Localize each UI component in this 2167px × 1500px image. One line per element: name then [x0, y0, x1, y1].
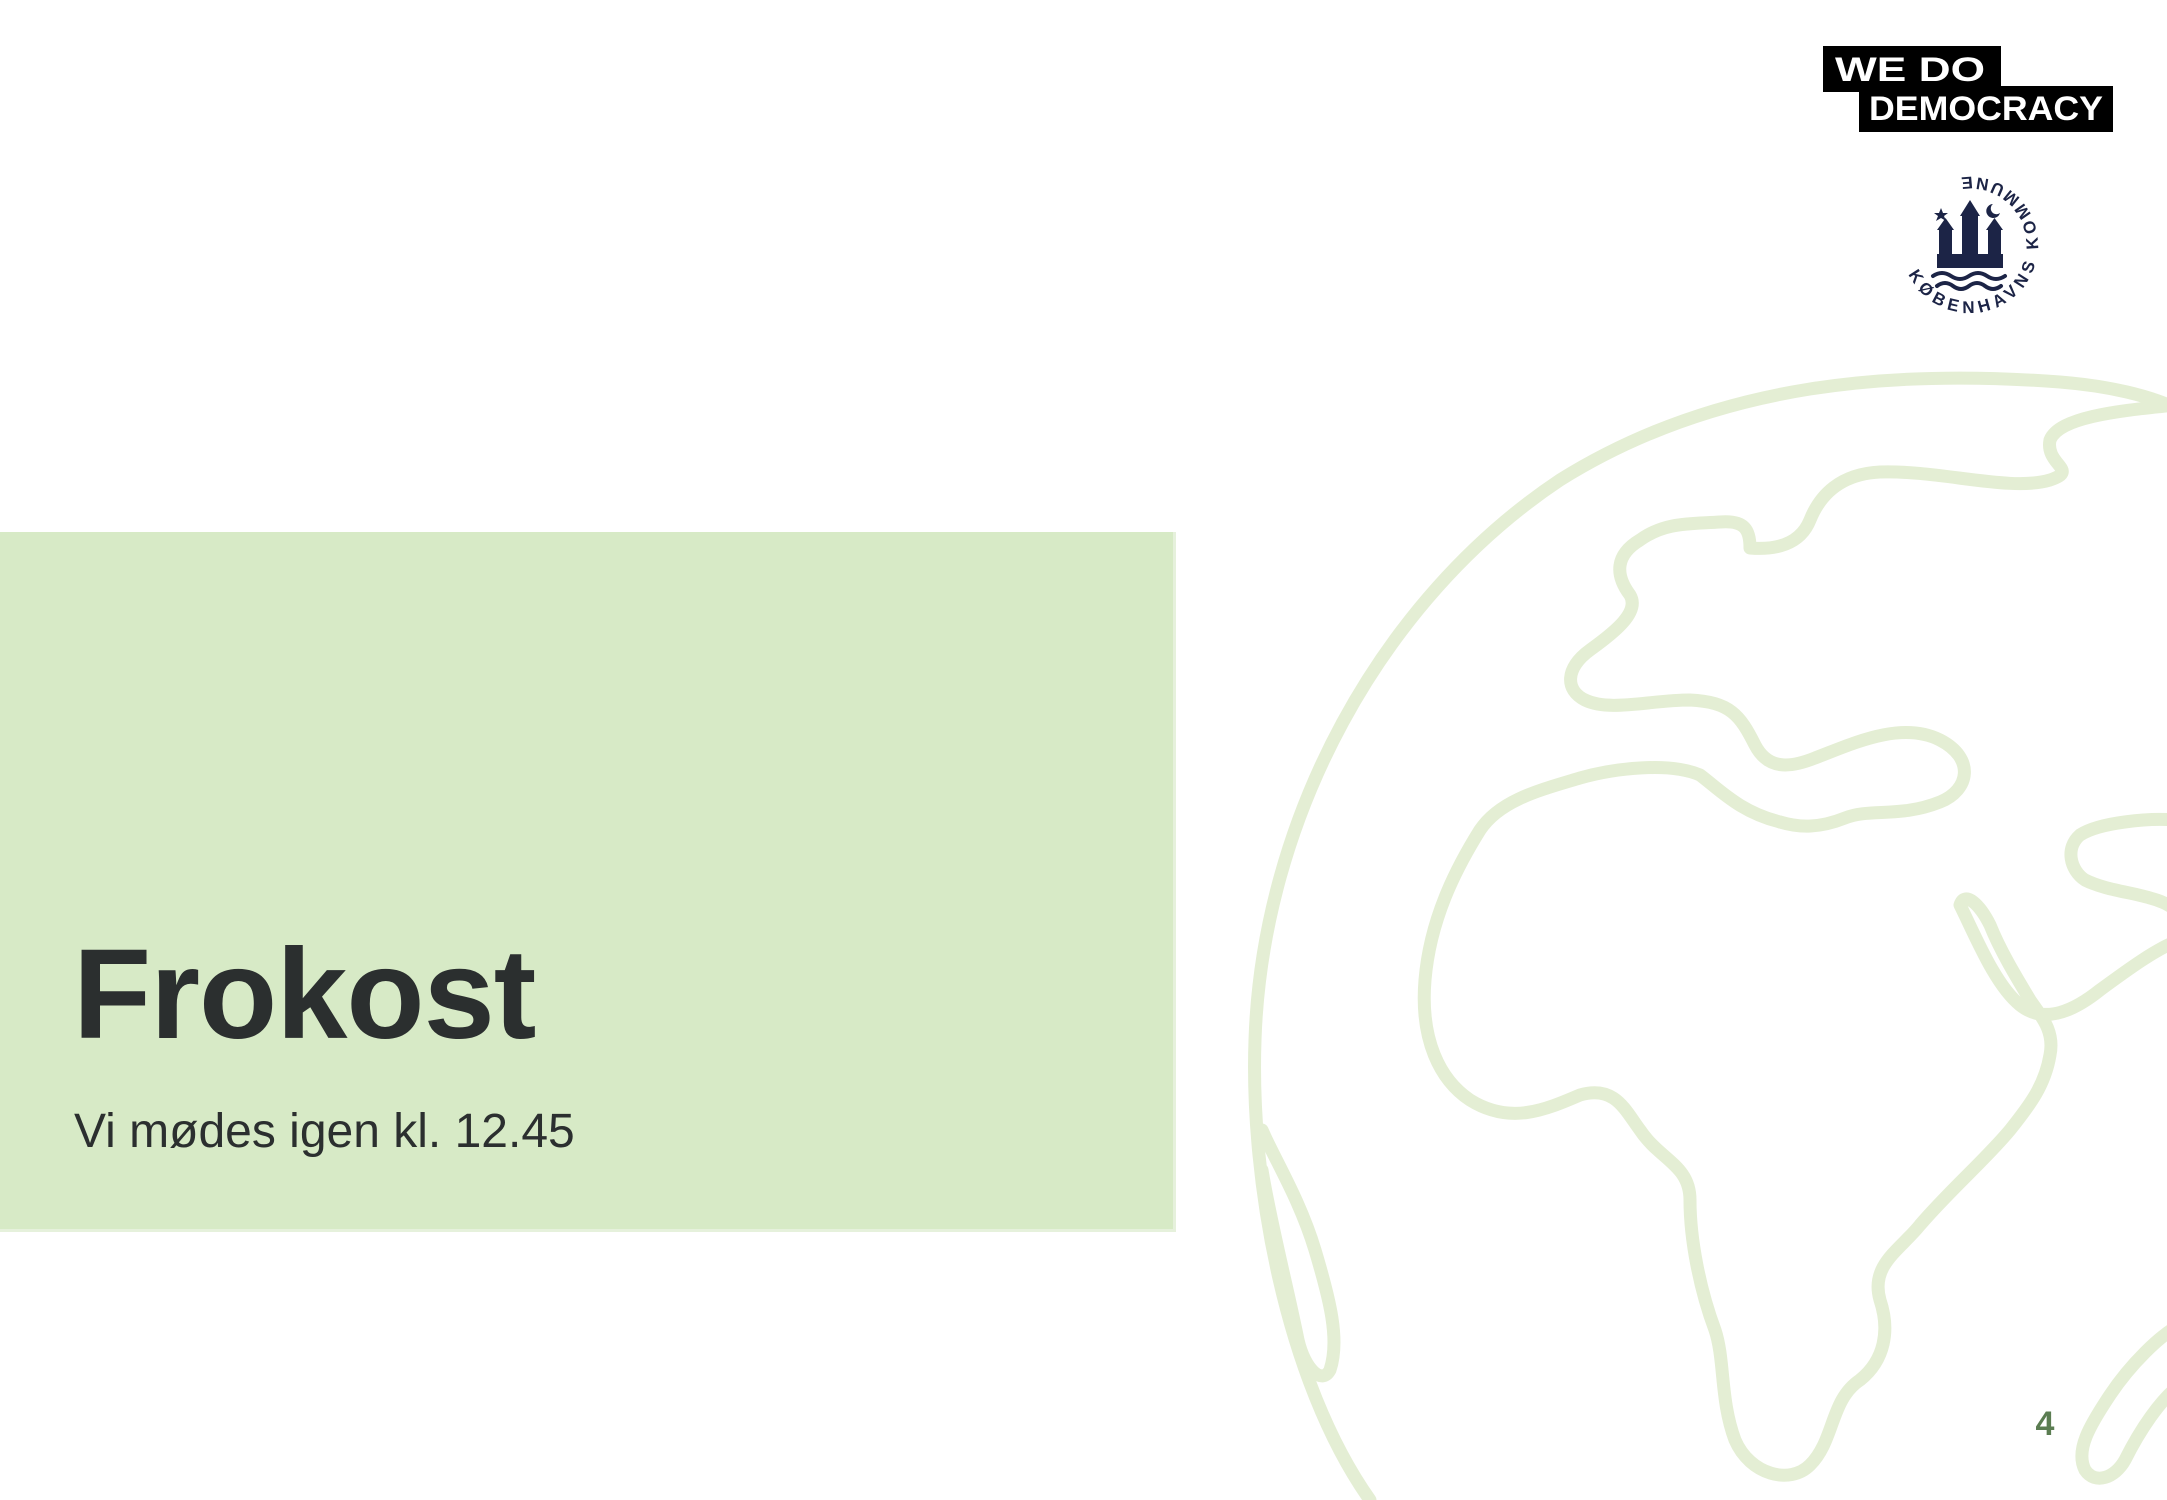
logo-line-1: WE DO [1835, 51, 1985, 89]
globe-landmass-island [2075, 1325, 2167, 1485]
slide-title: Frokost [73, 923, 536, 1066]
globe-landmass-east [2064, 813, 2167, 912]
slide-subtitle: Vi mødes igen kl. 12.45 [74, 1105, 575, 1158]
logo-line-2: DEMOCRACY [1869, 90, 2103, 128]
slide: Frokost Vi mødes igen kl. 12.45 WE DO DE… [0, 0, 2167, 1500]
seal-castle [1934, 200, 2003, 268]
page-number: 4 [2035, 1405, 2055, 1443]
we-do-democracy-logo: WE DO DEMOCRACY [1823, 46, 2113, 132]
globe-landmass-west [1255, 1123, 1341, 1383]
globe-landmass-africa [1417, 761, 2167, 1482]
seal-waves [1931, 271, 2007, 291]
copenhagen-coat-of-arms-icon: KØBENHAVNS KOMMUNE [1905, 173, 2038, 318]
